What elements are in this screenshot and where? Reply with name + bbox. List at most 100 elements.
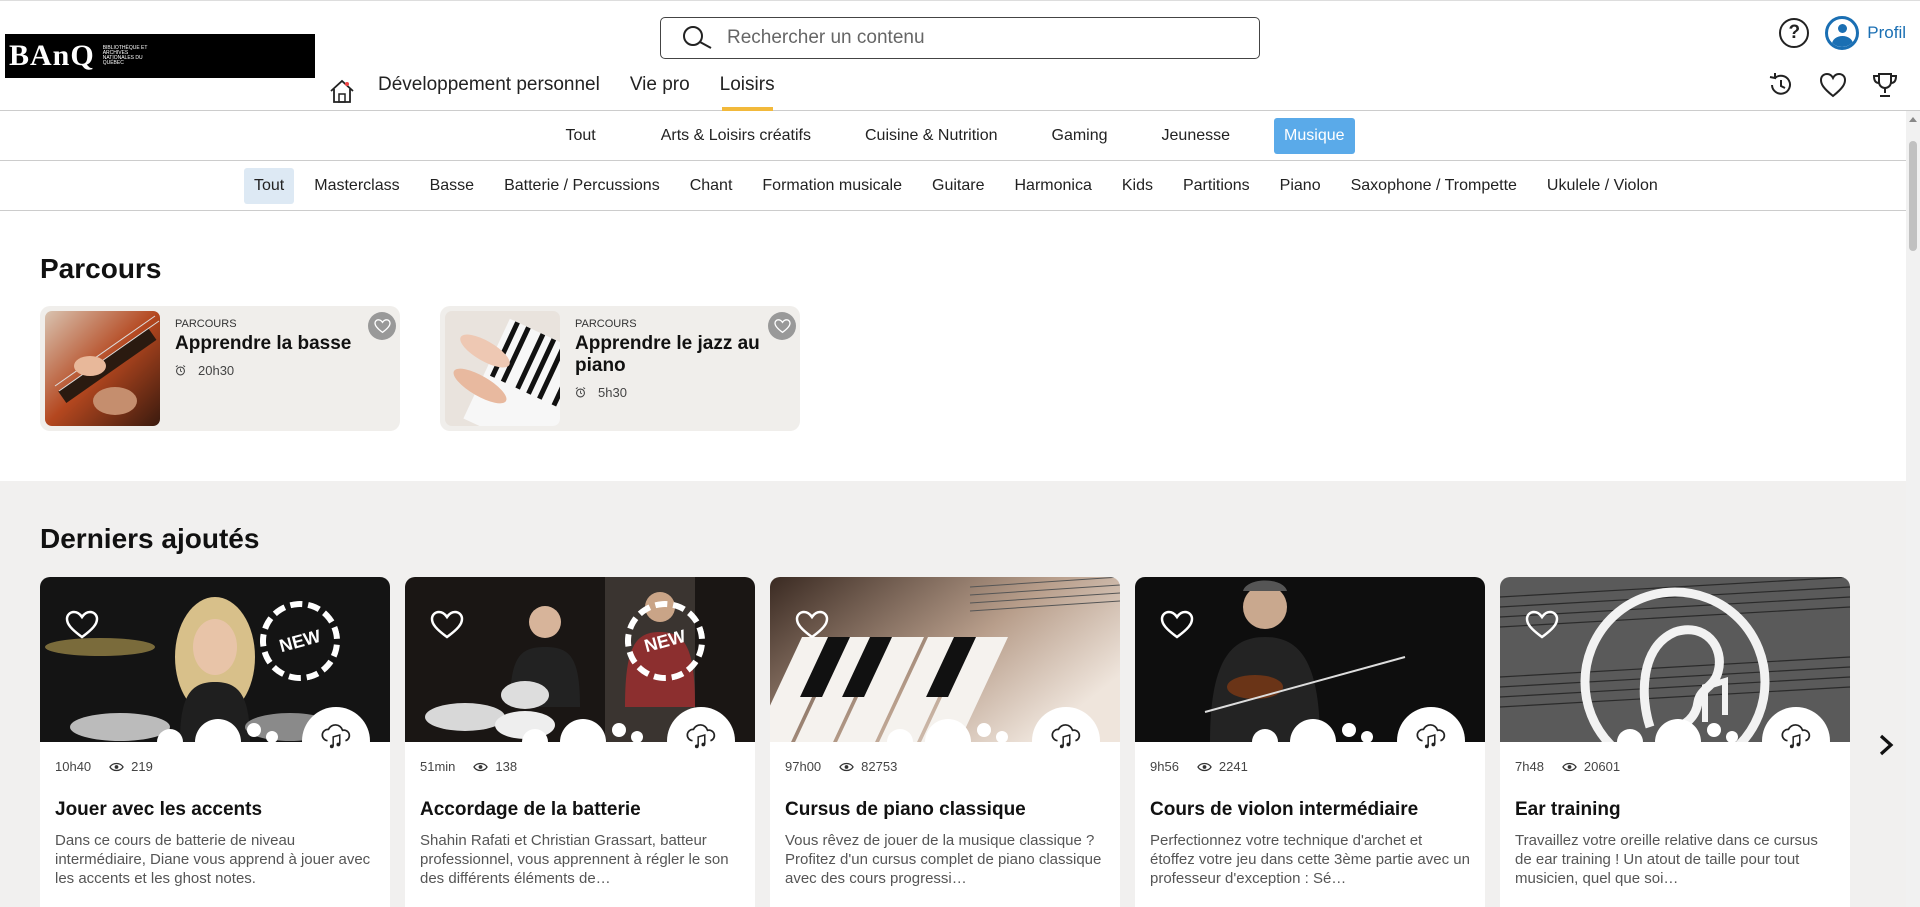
category-ukulele-violon[interactable]: Ukulele / Violon [1537,168,1668,204]
page-scrollbar[interactable] [1906,111,1920,907]
eye-icon [839,762,854,771]
cloud-music-icon [302,707,370,775]
subcategory-nav: Tout Arts & Loisirs créatifs Cuisine & N… [0,111,1920,161]
scroll-up-arrow-icon[interactable] [1909,117,1917,122]
duration-value: 5h30 [598,385,627,400]
course-meta: 9h56 2241 [1150,759,1248,774]
course-duration: 9h56 [1150,759,1179,774]
banq-logo[interactable]: BAnQ Bibliothèque et Archives nationales… [5,34,315,78]
cloud-music-icon [1397,707,1465,775]
course-description: Vous rêvez de jouer de la musique classi… [785,832,1102,887]
course-duration: 51min [420,759,456,774]
profile-label: Profil [1867,23,1906,42]
search-icon [683,26,712,49]
cloud-music-icon [1762,707,1830,775]
heart-icon[interactable] [1160,610,1194,640]
eye-icon [1197,762,1212,771]
course-card[interactable]: NEW 51min 138 Accordage de la batterie S… [405,577,755,907]
help-icon[interactable]: ? [1779,18,1810,48]
course-title: Jouer avec les accents [55,799,263,820]
duration-value: 20h30 [198,363,235,378]
eye-icon [1562,762,1577,771]
category-guitare[interactable]: Guitare [922,168,994,204]
subnav-musique[interactable]: Musique [1274,117,1355,154]
heart-icon[interactable] [65,610,99,640]
favorite-button[interactable] [768,312,796,340]
favorites-heart-icon[interactable] [1818,71,1848,99]
heart-icon[interactable] [795,610,829,640]
heart-icon [373,318,391,333]
alarm-clock-icon [575,387,586,398]
eye-icon [473,762,489,771]
parcours-card[interactable]: PARCOURS Apprendre la basse 20h30 [40,306,400,431]
course-views: 219 [131,759,153,774]
subnav-cuisine-nutrition[interactable]: Cuisine & Nutrition [855,118,1008,154]
course-duration: 7h48 [1515,759,1544,774]
cloud-music-icon [1032,707,1100,775]
category-kids[interactable]: Kids [1112,168,1163,204]
course-meta: 7h48 20601 [1515,759,1620,774]
course-meta: 51min 138 [420,759,517,774]
chevron-right-icon[interactable] [1876,733,1896,757]
nav-item-loisirs[interactable]: Loisirs [720,71,775,111]
category-saxophone-trompette[interactable]: Saxophone / Trompette [1341,168,1527,204]
course-card[interactable]: 7h48 20601 Ear training Travaillez votre… [1500,577,1850,907]
course-duration: 97h00 [785,759,822,774]
nav-item-developpement-personnel[interactable]: Développement personnel [378,71,600,111]
category-harmonica[interactable]: Harmonica [1004,168,1101,204]
category-masterclass[interactable]: Masterclass [304,168,409,204]
course-title: Accordage de la batterie [420,799,641,820]
category-tout[interactable]: Tout [244,167,295,204]
parcours-card-title: Apprendre la basse [175,333,352,354]
parcours-title: Parcours [40,253,162,284]
parcours-card[interactable]: PARCOURS Apprendre le jazz au piano 5h30 [440,306,800,431]
category-chant[interactable]: Chant [680,168,743,204]
subnav-tout[interactable]: Tout [555,118,605,154]
course-title: Cursus de piano classique [785,799,1026,820]
parcours-card-title: Apprendre le jazz au piano [575,333,760,376]
latest-section: Derniers ajoutés NEW 10h40 219 Jouer ave… [0,481,1906,907]
cloud-music-icon [667,707,735,775]
heart-icon[interactable] [1525,610,1559,640]
avatar-icon [1825,16,1860,50]
subnav-arts-loisirs[interactable]: Arts & Loisirs créatifs [651,118,821,154]
user-actions [1744,71,1900,99]
parcours-duration: 5h30 [575,385,627,400]
course-views: 82753 [861,759,898,774]
subnav-jeunesse[interactable]: Jeunesse [1152,118,1241,154]
search-bar[interactable] [660,17,1260,59]
logo-subtext: Bibliothèque et Archives nationales du Q… [102,45,148,66]
parcours-section: Parcours PARCOURS Apprendre la basse 20h… [0,211,1906,481]
music-category-filter: Tout Masterclass Basse Batterie / Percus… [0,161,1920,211]
search-input[interactable] [727,27,1247,49]
category-formation-musicale[interactable]: Formation musicale [752,168,912,204]
course-description: Shahin Rafati et Christian Grassart, bat… [420,832,729,887]
category-batterie[interactable]: Batterie / Percussions [494,168,670,204]
course-card[interactable]: NEW 10h40 219 Jouer avec les accents Dan… [40,577,390,907]
profile-button[interactable]: Profil [1825,16,1906,50]
course-meta: 97h00 82753 [785,759,897,774]
home-icon[interactable] [328,78,356,104]
alarm-clock-icon [175,365,186,376]
latest-title: Derniers ajoutés [40,523,260,554]
main-nav: Développement personnel Vie pro Loisirs [328,71,805,111]
course-card[interactable]: 9h56 2241 Cours de violon intermédiaire … [1135,577,1485,907]
course-card[interactable]: 97h00 82753 Cursus de piano classique Vo… [770,577,1120,907]
course-description: Perfectionnez votre technique d'archet e… [1150,832,1470,887]
category-partitions[interactable]: Partitions [1173,168,1260,204]
bass-thumbnail [45,311,160,426]
heart-icon[interactable] [430,610,464,640]
top-right-actions: ? Profil [1779,16,1906,50]
subnav-gaming[interactable]: Gaming [1042,118,1118,154]
course-description: Dans ce cours de batterie de niveau inte… [55,832,371,887]
scrollbar-thumb[interactable] [1909,141,1917,251]
course-views: 20601 [1583,759,1621,774]
parcours-kicker: PARCOURS [575,318,637,330]
trophy-icon[interactable] [1870,71,1900,99]
category-piano[interactable]: Piano [1270,168,1331,204]
favorite-button[interactable] [368,312,396,340]
history-icon[interactable] [1766,71,1796,99]
header: BAnQ Bibliothèque et Archives nationales… [0,0,1920,111]
category-basse[interactable]: Basse [420,168,484,204]
nav-item-vie-pro[interactable]: Vie pro [630,71,690,111]
